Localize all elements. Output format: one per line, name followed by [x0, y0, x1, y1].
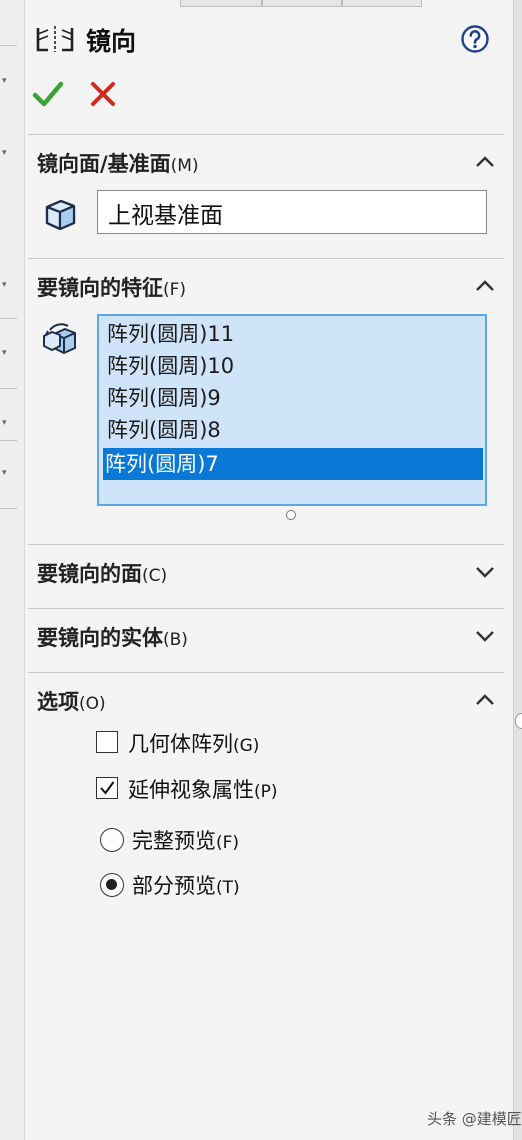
section-header-options[interactable]: 选项(O) — [28, 680, 504, 720]
strip-divider — [0, 45, 17, 46]
top-tab[interactable] — [262, 0, 342, 7]
option-label: 部分预览(T) — [132, 874, 240, 898]
mirror-plane-field[interactable]: 上视基准面 — [97, 190, 487, 234]
section-title: 镜向面/基准面(M) — [37, 152, 199, 176]
strip-arrow-icon: ▾ — [2, 468, 7, 478]
chevron-up-icon — [476, 156, 494, 167]
section-header-faces[interactable]: 要镜向的面(C) — [28, 552, 504, 592]
strip-divider — [0, 440, 17, 441]
strip-divider — [0, 318, 17, 319]
top-tab[interactable] — [180, 0, 262, 7]
chevron-down-icon — [476, 567, 494, 578]
strip-arrow-icon: ▾ — [2, 148, 7, 158]
section-divider — [28, 608, 504, 609]
strip-arrow-icon: ▾ — [2, 76, 7, 86]
section-divider — [28, 672, 504, 673]
propagate-visual-checkbox[interactable]: 延伸视象属性(P) — [96, 774, 336, 804]
checkbox-checked[interactable] — [96, 777, 118, 799]
features-cube-icon — [43, 323, 76, 354]
right-edge-panel — [513, 0, 522, 1140]
section-title: 要镜向的实体(B) — [37, 626, 188, 650]
checkbox-unchecked[interactable] — [96, 731, 118, 753]
chevron-up-icon — [476, 280, 494, 291]
section-header-mirror-plane[interactable]: 镜向面/基准面(M) — [28, 142, 504, 182]
option-label: 延伸视象属性(P) — [128, 778, 278, 802]
strip-arrow-icon: ▾ — [2, 418, 7, 428]
checkmark-icon — [100, 781, 115, 795]
section-title: 选项(O) — [37, 690, 106, 714]
section-title: 要镜向的特征(F) — [37, 276, 187, 300]
radio-dot — [106, 879, 117, 890]
option-label: 几何体阵列(G) — [128, 732, 260, 756]
chevron-down-icon — [476, 631, 494, 642]
left-edge-panel: ▾ ▾ ▾ ▾ ▾ ▾ — [0, 0, 25, 1140]
section-header-bodies[interactable]: 要镜向的实体(B) — [28, 616, 504, 656]
close-icon[interactable] — [88, 78, 118, 110]
section-divider — [28, 134, 504, 135]
full-preview-radio[interactable]: 完整预览(F) — [100, 825, 300, 855]
list-item[interactable]: 阵列(圆周)10 — [105, 350, 483, 382]
strip-divider — [0, 508, 17, 509]
mirror-feature-icon — [36, 26, 74, 52]
section-divider — [28, 258, 504, 259]
list-item[interactable]: 阵列(圆周)8 — [105, 414, 483, 446]
list-item-selected[interactable]: 阵列(圆周)7 — [103, 448, 483, 480]
radio-selected[interactable] — [100, 873, 124, 897]
top-tab[interactable] — [342, 0, 422, 7]
list-item[interactable]: 阵列(圆周)9 — [105, 382, 483, 414]
strip-arrow-icon: ▾ — [2, 348, 7, 358]
partial-preview-radio[interactable]: 部分预览(T) — [100, 870, 300, 900]
chevron-up-icon — [476, 694, 494, 705]
panel-title: 镜向 — [86, 27, 137, 56]
list-resize-handle[interactable] — [286, 510, 296, 520]
panel-resize-handle[interactable] — [515, 713, 522, 729]
strip-divider — [0, 388, 17, 389]
section-header-features[interactable]: 要镜向的特征(F) — [28, 266, 504, 306]
option-label: 完整预览(F) — [132, 829, 240, 853]
list-item[interactable]: 阵列(圆周)11 — [105, 318, 483, 350]
watermark-text: 头条 @建模匠 — [427, 1110, 522, 1128]
section-divider — [28, 544, 504, 545]
features-list[interactable]: 阵列(圆周)11 阵列(圆周)10 阵列(圆周)9 阵列(圆周)8 阵列(圆周)… — [97, 314, 487, 506]
geometry-pattern-checkbox[interactable]: 几何体阵列(G) — [96, 728, 316, 758]
help-icon[interactable] — [460, 24, 490, 54]
strip-arrow-icon: ▾ — [2, 280, 7, 290]
checkmark-icon[interactable] — [32, 78, 64, 110]
plane-cube-icon — [45, 199, 76, 231]
radio-unselected[interactable] — [100, 828, 124, 852]
section-title: 要镜向的面(C) — [37, 562, 168, 586]
